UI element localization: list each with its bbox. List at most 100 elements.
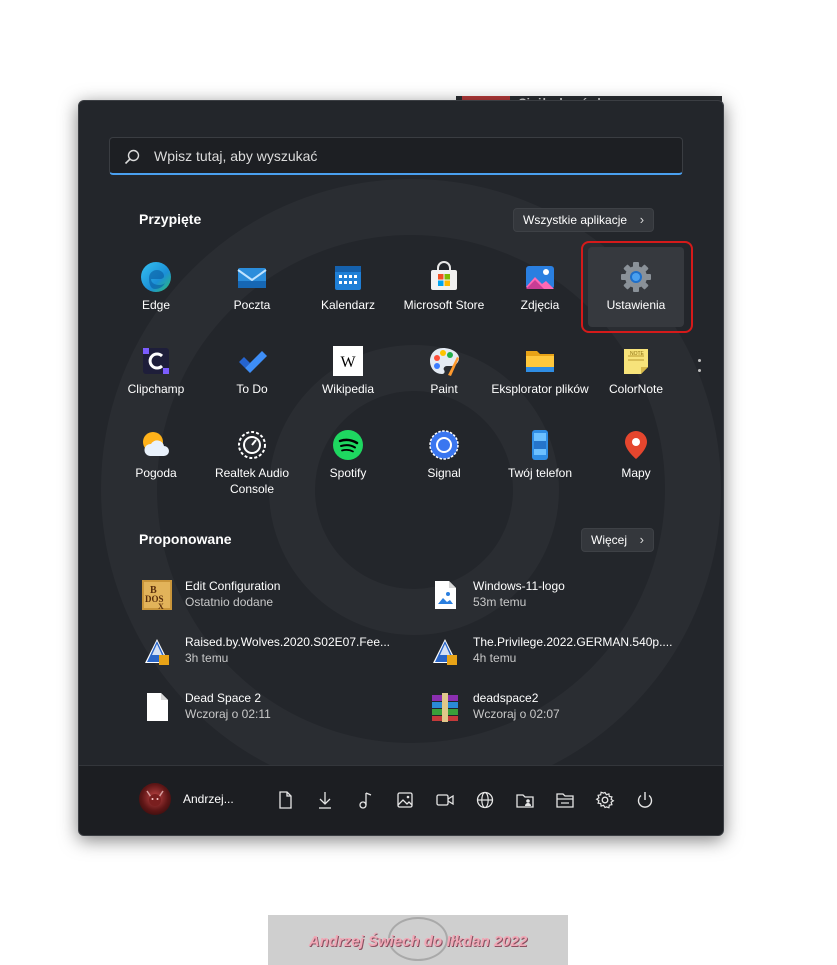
app-label: Microsoft Store: [403, 298, 485, 312]
weather-icon: [143, 432, 169, 456]
calendar-icon: [335, 266, 361, 290]
spotify-icon: [333, 430, 363, 460]
recommended-item-name: Raised.by.Wolves.2020.S02E07.Fee...: [185, 635, 391, 649]
pinned-app-your-phone[interactable]: Twój telefon: [492, 415, 588, 495]
pictures-icon[interactable]: [395, 790, 415, 810]
recommended-item-time: Ostatnio dodane: [185, 595, 274, 609]
dosbox-icon: BDOSX: [142, 580, 172, 611]
pinned-app-calendar[interactable]: Kalendarz: [300, 247, 396, 327]
all-apps-label: Wszystkie aplikacje: [523, 213, 628, 227]
documents-icon[interactable]: [275, 790, 295, 810]
audio-dial-icon: [238, 431, 266, 459]
pinned-app-weather[interactable]: Pogoda: [108, 415, 204, 495]
app-label: Signal: [427, 466, 461, 480]
settings-icon[interactable]: [595, 790, 615, 810]
search-box[interactable]: [109, 137, 683, 175]
user-name: Andrzej...: [183, 792, 234, 806]
recommended-item-name: The.Privilege.2022.GERMAN.540p....: [473, 635, 673, 649]
pinned-app-spotify[interactable]: Spotify: [300, 415, 396, 495]
pinned-app-photos[interactable]: Zdjęcia: [492, 247, 588, 327]
pinned-app-store[interactable]: Microsoft Store: [396, 247, 492, 327]
videos-icon[interactable]: [435, 790, 455, 810]
app-label: Spotify: [329, 466, 367, 480]
app-label: Edge: [141, 298, 171, 312]
recommended-title: Proponowane: [139, 531, 232, 547]
note-icon: NOTE: [624, 349, 648, 374]
recommended-item-time: Wczoraj o 02:11: [185, 707, 271, 721]
photos-icon: [526, 266, 554, 289]
app-label: Mapy: [621, 466, 651, 480]
todo-check-icon: [239, 351, 267, 373]
start-menu: Przypięte Wszystkie aplikacje › Edge Poc…: [78, 100, 724, 836]
app-label: Wikipedia: [321, 382, 375, 396]
pinned-app-file-explorer[interactable]: Eksplorator plików: [491, 331, 589, 411]
pinned-app-mail[interactable]: Poczta: [204, 247, 300, 327]
all-apps-button[interactable]: Wszystkie aplikacje ›: [513, 208, 655, 232]
recommended-item[interactable]: deadspace2 Wczoraj o 02:07: [429, 685, 689, 729]
recommended-item-time: Wczoraj o 02:07: [473, 707, 560, 721]
pinned-app-wikipedia[interactable]: W Wikipedia: [300, 331, 396, 411]
pinned-app-maps[interactable]: Mapy: [588, 415, 684, 495]
recommended-item[interactable]: The.Privilege.2022.GERMAN.540p.... 4h te…: [429, 629, 689, 673]
search-input[interactable]: [152, 138, 676, 174]
pinned-app-edge[interactable]: Edge: [108, 247, 204, 327]
recommended-item-time: 4h temu: [473, 651, 517, 665]
watermark-text: Andrzej Świech do Iłkdan 2022: [308, 933, 528, 950]
pinned-app-colornote[interactable]: NOTE ColorNote: [588, 331, 684, 411]
recommended-item-name: Windows-11-logo: [473, 579, 565, 593]
blank-file-icon: [147, 693, 168, 721]
pinned-app-signal[interactable]: Signal: [396, 415, 492, 495]
watermark-logo: Andrzej Świech do Iłkdan 2022: [268, 915, 568, 965]
app-label: Paint: [430, 382, 458, 396]
personal-folder-icon[interactable]: [515, 790, 535, 810]
bottom-bar: Andrzej...: [79, 765, 723, 835]
recommended-item-name: deadspace2: [473, 691, 539, 705]
paint-palette-icon: [430, 348, 459, 376]
app-label: Pogoda: [135, 466, 177, 480]
pinned-app-paint[interactable]: Paint: [396, 331, 492, 411]
chevron-right-icon: ›: [639, 212, 645, 227]
svg-text:W: W: [340, 354, 356, 371]
search-icon: [124, 149, 140, 165]
svg-text:X: X: [158, 602, 164, 611]
recommended-item-name: Dead Space 2: [185, 691, 262, 705]
signal-icon: [429, 430, 459, 460]
mail-icon: [237, 268, 267, 288]
edge-icon: [141, 262, 171, 292]
file-explorer-icon[interactable]: [555, 790, 575, 810]
app-label: Eksplorator plików: [491, 382, 589, 396]
vlc-media-icon: [145, 639, 169, 665]
recommended-item[interactable]: B DOS X Edit Configuration Ostatnio dodane: [141, 573, 401, 617]
app-label: Zdjęcia: [520, 298, 560, 312]
more-button[interactable]: Więcej ›: [581, 528, 655, 552]
pinned-app-todo[interactable]: To Do: [204, 331, 300, 411]
page-dots[interactable]: [698, 359, 702, 379]
wikipedia-icon: W: [333, 346, 363, 376]
app-label: To Do: [236, 382, 268, 396]
folder-icon: [526, 351, 554, 372]
avatar: [139, 783, 171, 815]
app-label: Twój telefon: [507, 466, 573, 480]
recommended-item[interactable]: Windows-11-logo 53m temu: [429, 573, 689, 617]
pinned-app-realtek-audio[interactable]: Realtek Audio Console: [204, 415, 300, 496]
pinned-title: Przypięte: [139, 211, 202, 227]
map-pin-icon: [625, 431, 647, 459]
music-icon[interactable]: [355, 790, 375, 810]
downloads-icon[interactable]: [315, 790, 335, 810]
recommended-item[interactable]: Dead Space 2 Wczoraj o 02:11: [141, 685, 401, 729]
chevron-right-icon: ›: [639, 532, 645, 547]
pinned-app-clipchamp[interactable]: Clipchamp: [108, 331, 204, 411]
settings-highlight-box: [581, 241, 693, 333]
store-icon: [431, 261, 457, 290]
image-file-icon: [435, 581, 456, 609]
clipchamp-icon: [143, 348, 169, 374]
svg-text:NOTE: NOTE: [630, 351, 645, 357]
recommended-item-time: 53m temu: [473, 595, 527, 609]
more-label: Więcej: [591, 533, 628, 547]
phone-icon: [532, 430, 548, 460]
network-icon[interactable]: [475, 790, 495, 810]
app-label: Clipchamp: [127, 382, 185, 396]
power-icon[interactable]: [635, 790, 655, 810]
recommended-item[interactable]: Raised.by.Wolves.2020.S02E07.Fee... 3h t…: [141, 629, 401, 673]
recommended-item-time: 3h temu: [185, 651, 229, 665]
